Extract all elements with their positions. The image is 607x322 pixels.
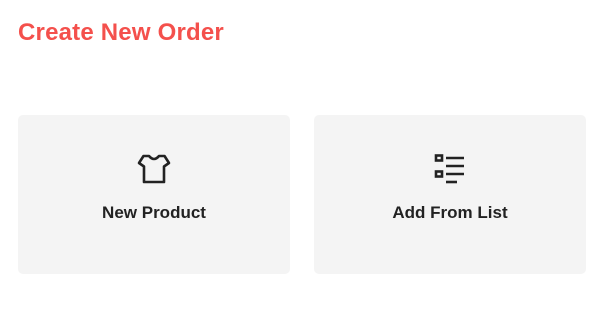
new-product-card[interactable]: New Product <box>18 115 290 274</box>
tshirt-icon <box>137 152 171 186</box>
list-icon <box>433 152 467 186</box>
add-from-list-card[interactable]: Add From List <box>314 115 586 274</box>
order-options: New Product Add From List <box>18 115 586 274</box>
page-title: Create New Order <box>18 19 224 46</box>
new-product-label: New Product <box>102 203 206 222</box>
add-from-list-label: Add From List <box>392 203 508 222</box>
